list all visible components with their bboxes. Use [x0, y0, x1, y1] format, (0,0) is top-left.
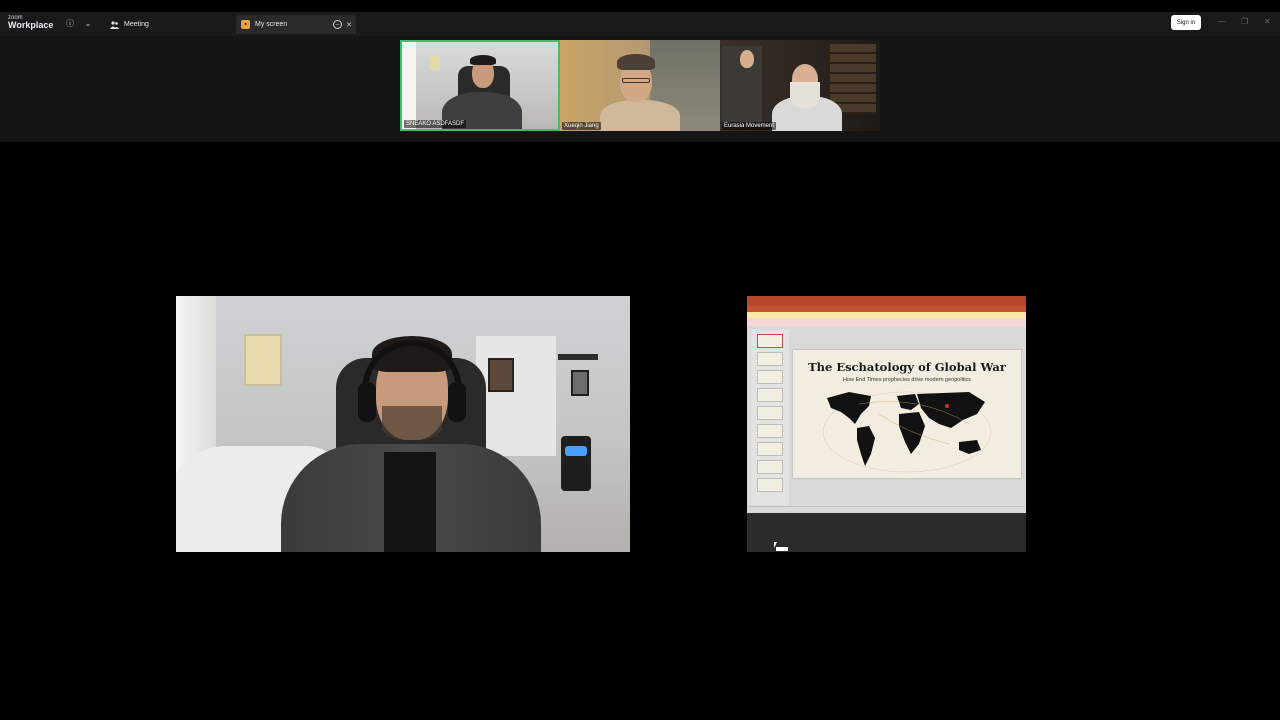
powerpoint-title-bar: [747, 296, 1026, 306]
window-close-icon[interactable]: ✕: [1264, 17, 1271, 26]
shared-screen[interactable]: The Eschatology of Global War How End Ti…: [747, 296, 1026, 552]
lamp: [561, 436, 591, 491]
wall-frame: [488, 358, 514, 392]
logo-line2: Workplace: [8, 20, 54, 30]
participants-icon: [110, 20, 119, 29]
powerpoint-status-bar: [747, 506, 1026, 513]
sign-in-button[interactable]: Sign in: [1171, 15, 1201, 30]
wall-frame: [571, 370, 589, 396]
tab-my-screen[interactable]: ▪ My screen – ✕: [236, 15, 356, 34]
slide-thumbnail[interactable]: [757, 442, 783, 456]
participant-tile-eurasia[interactable]: Eurasia Movement: [720, 40, 880, 131]
minimize-icon[interactable]: —: [1218, 17, 1226, 26]
slide-thumbnail[interactable]: [757, 424, 783, 438]
person-hair: [470, 55, 496, 65]
participant-tile-xueqin[interactable]: Xueqin Jiang: [560, 40, 720, 131]
tab-meeting-label: Meeting: [124, 21, 149, 28]
slide-thumbnail[interactable]: [757, 334, 783, 348]
doorway: [476, 336, 556, 456]
poster-head: [740, 50, 754, 68]
slide-thumbnail[interactable]: [757, 370, 783, 384]
slide-thumbnail[interactable]: [757, 352, 783, 366]
stop-share-icon[interactable]: –: [333, 20, 342, 29]
current-slide: The Eschatology of Global War How End Ti…: [793, 350, 1021, 478]
title-bar: zoom Workplace ⓘ ⌄ Meeting ▪ My screen –…: [0, 12, 1280, 36]
slide-title: The Eschatology of Global War: [808, 360, 1006, 374]
person-beard: [382, 406, 442, 440]
chevron-down-icon[interactable]: ⌄: [82, 17, 94, 29]
slide-thumbnail[interactable]: [757, 406, 783, 420]
tab-my-screen-label: My screen: [255, 21, 288, 28]
notice-bar: [747, 318, 1026, 326]
participant-name: Eurasia Movement: [722, 122, 777, 130]
slide-thumbnail[interactable]: [757, 478, 783, 492]
wall-shelf: [558, 354, 598, 360]
world-map-image: [822, 391, 992, 473]
share-screen-icon: ▪: [241, 20, 250, 29]
glasses-icon: [622, 78, 650, 83]
cursor-tooltip: [776, 547, 788, 551]
person-hair: [617, 54, 655, 70]
main-speaker-video[interactable]: [176, 296, 630, 552]
slide-thumbnail[interactable]: [757, 460, 783, 474]
close-icon[interactable]: ✕: [346, 21, 352, 29]
info-icon[interactable]: ⓘ: [64, 17, 76, 29]
wall-frame: [430, 56, 440, 70]
wall-frame: [244, 334, 282, 386]
slide-thumbnail[interactable]: [757, 388, 783, 402]
slide-subtitle: How End Times prophecies drive modern ge…: [842, 377, 972, 383]
headset-ear-left: [358, 382, 376, 422]
person-body: [600, 100, 680, 131]
shared-screen-empty-area: [747, 513, 1026, 552]
tab-meeting[interactable]: Meeting: [105, 15, 235, 34]
person-beard: [790, 82, 820, 108]
person-shirt: [384, 452, 436, 552]
participant-name: SNEAKO ASDFASDF: [404, 120, 467, 128]
participant-tile-sneako[interactable]: SNEAKO ASDFASDF: [400, 40, 560, 131]
lamp-light: [565, 446, 587, 456]
slide-thumbnails-pane: [751, 330, 789, 505]
window-light: [402, 42, 416, 129]
maximize-icon[interactable]: ❐: [1241, 17, 1248, 26]
participant-name: Xueqin Jiang: [562, 122, 601, 130]
headset-ear-right: [448, 382, 466, 422]
zoom-workplace-logo: zoom Workplace: [8, 15, 53, 30]
